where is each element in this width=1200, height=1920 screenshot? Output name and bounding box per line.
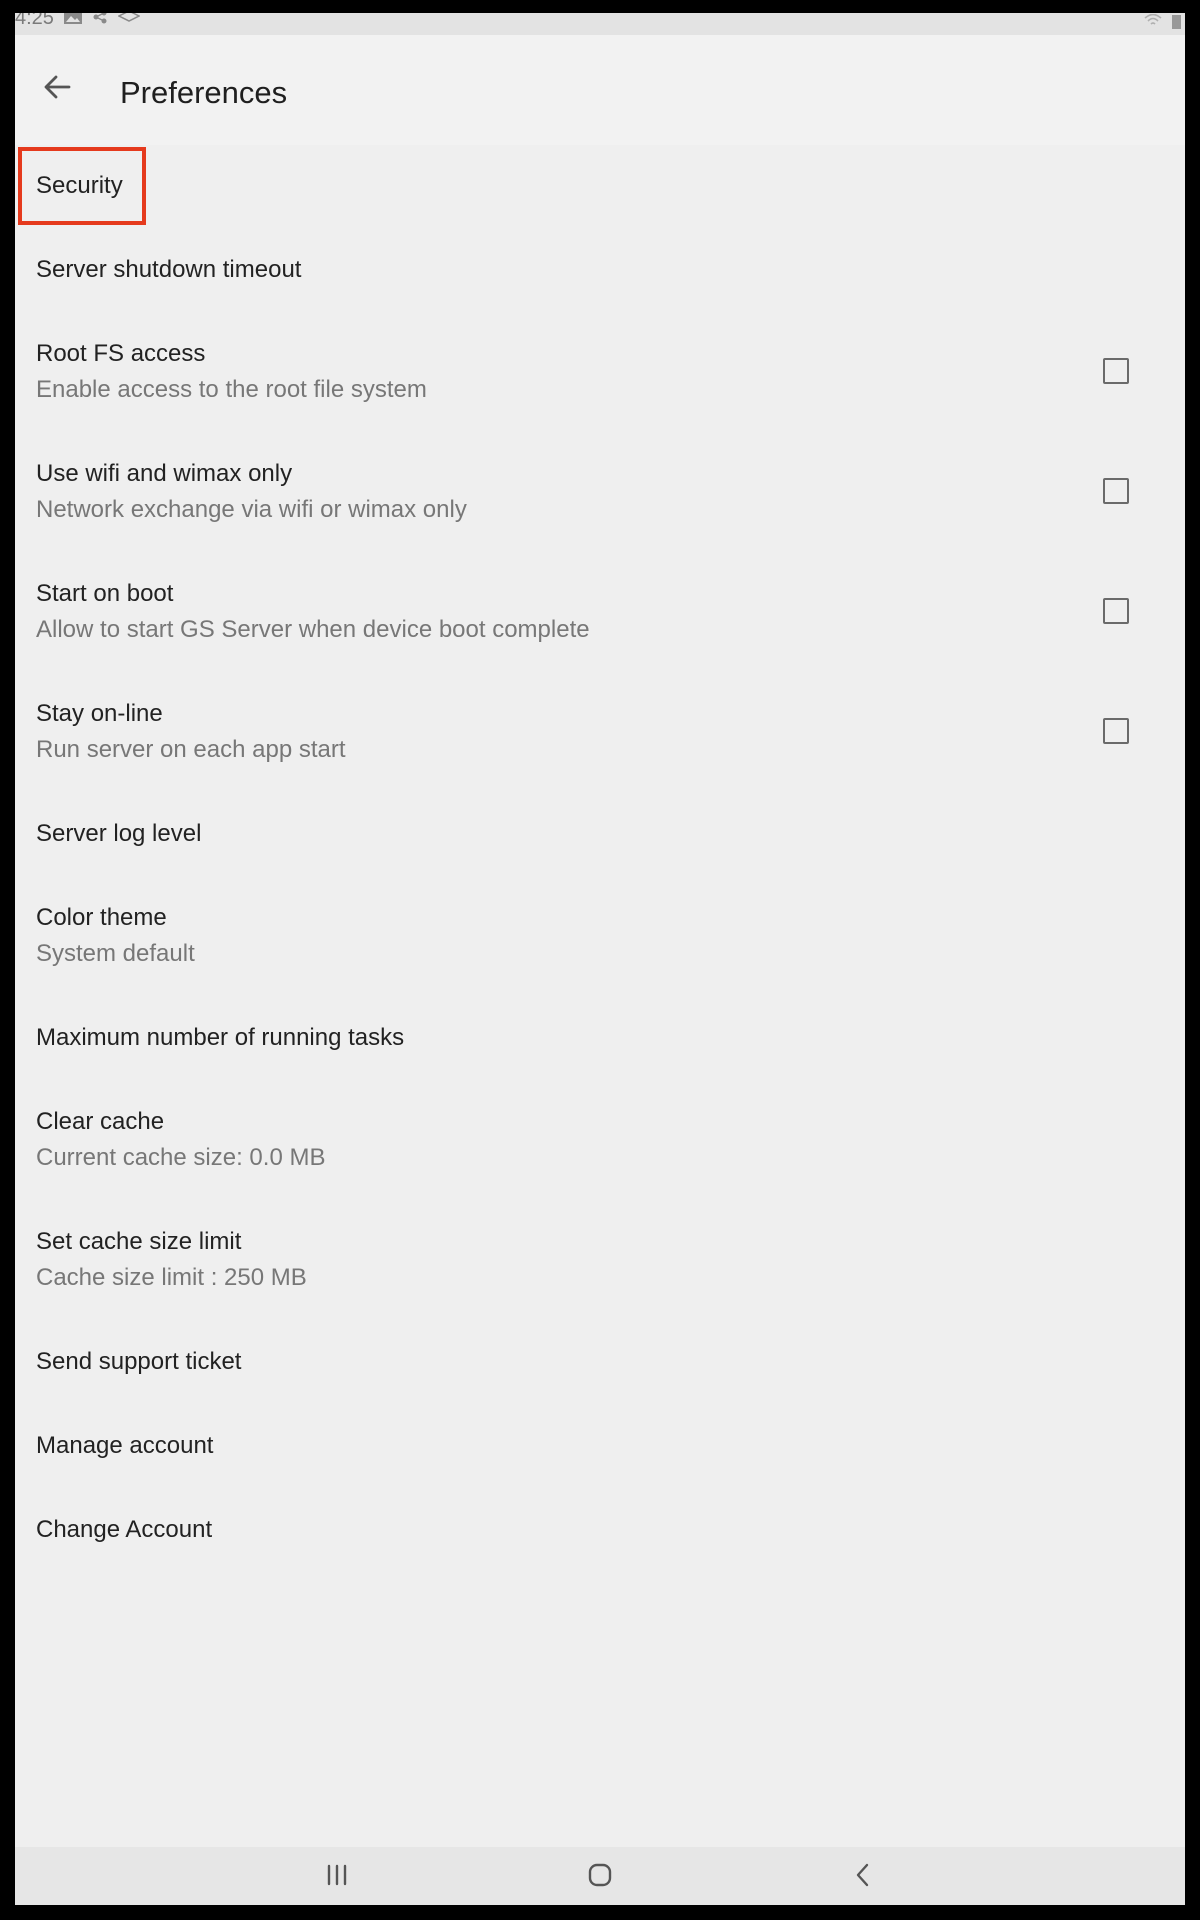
preferences-list: Security Server shutdown timeout Root FS… [15,145,1185,1573]
pref-title: Manage account [36,1432,214,1459]
status-left: 4:25 [15,13,141,29]
pref-title: Maximum number of running tasks [36,1024,405,1051]
battery-icon [1172,15,1181,29]
status-time: 4:25 [15,13,54,29]
home-icon [587,1862,613,1893]
device-screen: 4:25 Preferences Security Server shutdow… [15,13,1185,1905]
navigation-bar [15,1847,1185,1905]
pref-cache-size-limit[interactable]: Set cache size limit Cache size limit : … [15,1201,1185,1321]
page-title: Preferences [120,75,288,110]
pref-summary: Current cache size: 0.0 MB [36,1144,326,1171]
pref-title: Clear cache [36,1108,165,1135]
pref-root-fs-access[interactable]: Root FS access Enable access to the root… [15,313,1185,433]
wifi-wimax-only-checkbox[interactable] [1103,478,1129,504]
status-bar: 4:25 [15,13,1185,35]
status-right [1144,13,1181,33]
pref-send-support-ticket[interactable]: Send support ticket [15,1321,1185,1405]
pref-summary: System default [36,940,195,967]
back-button[interactable] [33,65,81,113]
pref-title: Use wifi and wimax only [36,460,293,487]
pref-security[interactable]: Security [15,145,1185,229]
pref-color-theme[interactable]: Color theme System default [15,877,1185,997]
chevron-left-icon [853,1862,873,1893]
pref-manage-account[interactable]: Manage account [15,1405,1185,1489]
nav-back-button[interactable] [833,1857,893,1897]
pref-change-account[interactable]: Change Account [15,1489,1185,1573]
home-button[interactable] [570,1857,630,1897]
pref-max-running-tasks[interactable]: Maximum number of running tasks [15,997,1185,1081]
start-on-boot-checkbox[interactable] [1103,598,1129,624]
pref-title: Server shutdown timeout [36,256,302,283]
share-icon [92,13,108,29]
pref-summary: Cache size limit : 250 MB [36,1264,307,1291]
pref-summary: Allow to start GS Server when device boo… [36,616,590,643]
pref-title: Start on boot [36,580,174,607]
pref-title: Stay on-line [36,700,163,727]
recents-icon [324,1864,350,1891]
pref-title: Color theme [36,904,167,931]
stay-online-checkbox[interactable] [1103,718,1129,744]
pref-start-on-boot[interactable]: Start on boot Allow to start GS Server w… [15,553,1185,673]
pref-title: Security [36,172,123,199]
pref-title: Set cache size limit [36,1228,242,1255]
pref-title: Change Account [36,1516,213,1543]
pref-title: Send support ticket [36,1348,242,1375]
pref-title: Root FS access [36,340,206,367]
pref-server-log-level[interactable]: Server log level [15,793,1185,877]
pref-clear-cache[interactable]: Clear cache Current cache size: 0.0 MB [15,1081,1185,1201]
pref-summary: Enable access to the root file system [36,376,427,403]
gallery-icon [63,13,82,29]
pref-summary: Network exchange via wifi or wimax only [36,496,467,523]
wifi-icon [1144,13,1162,33]
pref-title: Server log level [36,820,202,847]
pref-wifi-wimax-only[interactable]: Use wifi and wimax only Network exchange… [15,433,1185,553]
app-bar: Preferences [15,35,1185,145]
root-fs-access-checkbox[interactable] [1103,358,1129,384]
arrow-left-icon [43,73,71,106]
pref-server-shutdown-timeout[interactable]: Server shutdown timeout [15,229,1185,313]
layers-icon [117,13,141,29]
recents-button[interactable] [307,1857,367,1897]
pref-summary: Run server on each app start [36,736,346,763]
pref-stay-online[interactable]: Stay on-line Run server on each app star… [15,673,1185,793]
